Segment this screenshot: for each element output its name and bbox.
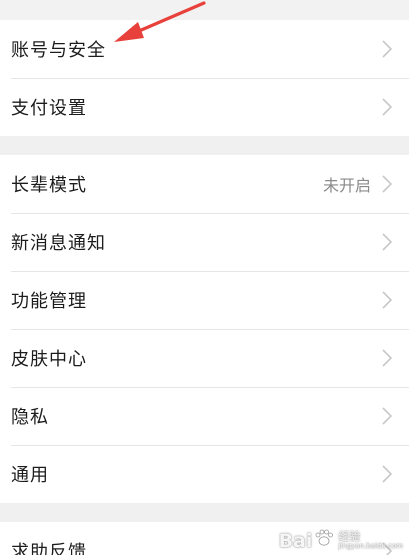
- settings-screen: 账号与安全 支付设置 长辈模式 未开启 新消息通知 功能管理 皮肤中心 隐私 通…: [0, 0, 409, 555]
- settings-group-account: 账号与安全 支付设置: [0, 20, 409, 136]
- chevron-right-icon: [379, 97, 395, 117]
- chevron-right-icon: [379, 406, 395, 426]
- settings-item-notifications[interactable]: 新消息通知: [0, 213, 409, 271]
- settings-item-help-feedback[interactable]: 求助反馈: [0, 522, 409, 555]
- settings-item-account-security[interactable]: 账号与安全: [0, 20, 409, 78]
- settings-item-label: 账号与安全: [11, 40, 106, 61]
- settings-item-label: 新消息通知: [11, 233, 106, 254]
- settings-item-skin-center[interactable]: 皮肤中心: [0, 329, 409, 387]
- settings-group-general: 长辈模式 未开启 新消息通知 功能管理 皮肤中心 隐私 通用: [0, 155, 409, 503]
- chevron-right-icon: [379, 464, 395, 484]
- chevron-right-icon: [379, 39, 395, 59]
- group-separator: [0, 136, 409, 155]
- settings-item-label: 隐私: [11, 407, 49, 428]
- chevron-right-icon: [379, 232, 395, 252]
- settings-item-general[interactable]: 通用: [0, 445, 409, 503]
- chevron-right-icon: [379, 290, 395, 310]
- settings-item-elder-mode[interactable]: 长辈模式 未开启: [0, 155, 409, 213]
- settings-item-payment[interactable]: 支付设置: [0, 78, 409, 136]
- chevron-right-icon: [379, 174, 395, 194]
- group-separator: [0, 503, 409, 522]
- settings-group-help: 求助反馈: [0, 522, 409, 555]
- top-strip: [0, 0, 409, 20]
- settings-item-label: 支付设置: [11, 98, 87, 119]
- settings-item-privacy[interactable]: 隐私: [0, 387, 409, 445]
- settings-item-feature-management[interactable]: 功能管理: [0, 271, 409, 329]
- elder-mode-status: 未开启: [322, 176, 371, 195]
- settings-item-label: 功能管理: [11, 291, 87, 312]
- settings-item-label: 皮肤中心: [11, 349, 87, 370]
- settings-item-label: 求助反馈: [11, 542, 87, 555]
- settings-item-label: 通用: [11, 465, 49, 486]
- chevron-right-icon: [379, 541, 395, 555]
- chevron-right-icon: [379, 348, 395, 368]
- settings-item-label: 长辈模式: [11, 175, 87, 196]
